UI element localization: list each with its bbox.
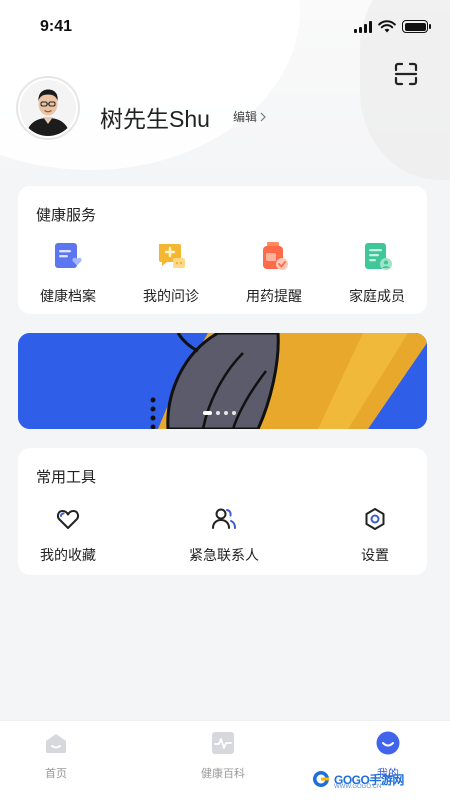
promo-banner[interactable]: [18, 333, 427, 429]
status-icons: [354, 20, 431, 33]
tool-settings[interactable]: 设置: [345, 506, 405, 565]
profile-icon: [376, 731, 400, 755]
watermark-subtext: WWW.GOGO.CN: [334, 784, 382, 790]
health-services-card: 健康服务 健康档案 我的问诊 用药提醒 家庭成员: [18, 186, 427, 314]
section-title: 健康服务: [36, 207, 97, 224]
consultation-icon: [159, 244, 185, 268]
carousel-dot[interactable]: [232, 411, 236, 415]
medication-icon: [263, 242, 288, 270]
service-label: 用药提醒: [246, 288, 302, 304]
home-icon: [46, 734, 66, 753]
settings-icon: [365, 508, 385, 530]
avatar-portrait: [20, 80, 76, 136]
service-consultation[interactable]: 我的问诊: [121, 240, 221, 306]
service-label: 健康档案: [40, 288, 96, 304]
carousel-indicator[interactable]: [203, 411, 236, 415]
status-bar: 9:41: [0, 0, 450, 56]
heart-icon: [56, 510, 80, 529]
carousel-dot[interactable]: [216, 411, 220, 415]
tab-label: 健康百科: [201, 768, 245, 780]
tool-favorites[interactable]: 我的收藏: [38, 506, 98, 565]
tab-health-wiki[interactable]: 健康百科: [178, 731, 268, 781]
carousel-dot[interactable]: [224, 411, 228, 415]
tool-label: 设置: [361, 547, 389, 563]
pulse-icon: [212, 732, 234, 754]
service-family-members[interactable]: 家庭成员: [327, 240, 427, 306]
scan-icon: [394, 62, 418, 86]
contacts-icon: [212, 508, 236, 529]
carousel-dot[interactable]: [203, 411, 212, 415]
battery-icon: [402, 20, 431, 33]
service-medication-reminder[interactable]: 用药提醒: [224, 240, 324, 306]
signal-icon: [354, 20, 372, 33]
tool-label: 我的收藏: [40, 547, 96, 563]
health-record-icon: [55, 243, 82, 268]
wifi-icon: [378, 20, 396, 33]
status-time: 9:41: [40, 18, 73, 35]
username: 树先生Shu: [100, 106, 210, 132]
avatar[interactable]: [16, 76, 80, 140]
scan-button[interactable]: [392, 60, 420, 88]
tab-home[interactable]: 首页: [11, 731, 101, 781]
edit-profile-link[interactable]: 编辑: [233, 108, 266, 125]
service-label: 家庭成员: [349, 288, 405, 304]
edit-label: 编辑: [233, 110, 258, 124]
tool-label: 紧急联系人: [189, 547, 259, 563]
chevron-right-icon: [260, 112, 266, 121]
watermark: GOGO手游网 WWW.GOGO.CN: [312, 770, 404, 790]
service-health-record[interactable]: 健康档案: [18, 240, 118, 306]
common-tools-card: 常用工具 我的收藏 紧急联系人 设置: [18, 448, 427, 575]
tool-emergency-contacts[interactable]: 紧急联系人: [184, 506, 264, 565]
family-icon: [365, 243, 392, 270]
service-label: 我的问诊: [143, 288, 199, 304]
tab-label: 首页: [45, 768, 67, 780]
watermark-logo-icon: [313, 771, 329, 787]
section-title: 常用工具: [36, 469, 97, 486]
tab-bar: 首页 健康百科 我的: [0, 720, 450, 800]
